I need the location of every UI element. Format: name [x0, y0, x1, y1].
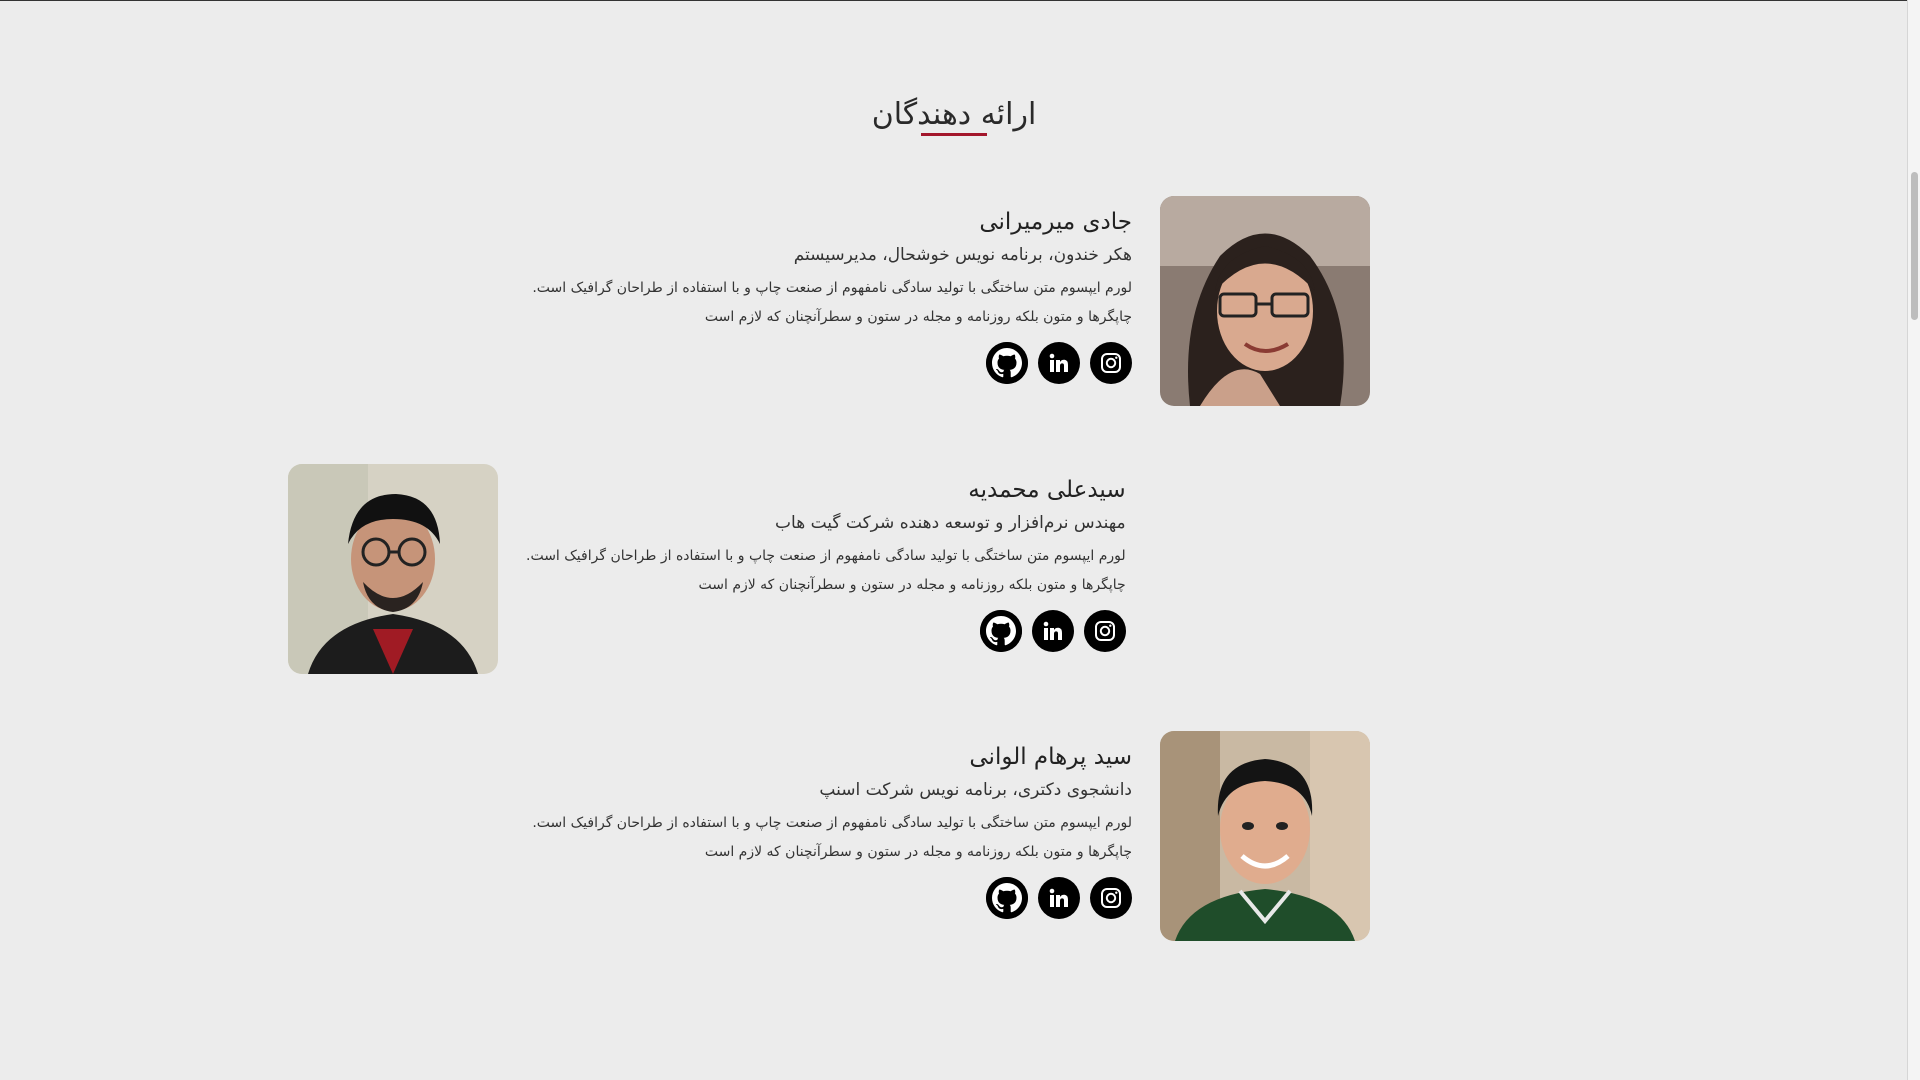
presenter-name: سید پرهام الوانی — [969, 744, 1132, 770]
presenter-photo — [288, 464, 498, 674]
presenter-card: سید پرهام الوانی دانشجوی دکتری، برنامه ن… — [532, 731, 1370, 941]
description-line: لورم ایپسوم متن ساختگی با تولید سادگی نا… — [532, 280, 1132, 296]
linkedin-icon[interactable] — [1038, 342, 1080, 384]
page-scrollbar[interactable] — [1907, 0, 1920, 1080]
presenter-role: مهندس نرم‌افزار و توسعه دهنده شرکت گیت ه… — [775, 513, 1126, 533]
presenter-description: لورم ایپسوم متن ساختگی با تولید سادگی نا… — [532, 809, 1132, 867]
instagram-icon[interactable] — [1090, 342, 1132, 384]
description-line: چاپگرها و متون بلکه روزنامه و مجله در ست… — [704, 844, 1132, 860]
presenter-info: سید پرهام الوانی دانشجوی دکتری، برنامه ن… — [532, 731, 1132, 919]
github-icon[interactable] — [986, 342, 1028, 384]
description-line: لورم ایپسوم متن ساختگی با تولید سادگی نا… — [526, 548, 1126, 564]
presenter-photo — [1160, 731, 1370, 941]
description-line: لورم ایپسوم متن ساختگی با تولید سادگی نا… — [532, 815, 1132, 831]
presenter-info: جادی میرمیرانی هکر خندون، برنامه نویس خو… — [532, 196, 1132, 384]
description-line: چاپگرها و متون بلکه روزنامه و مجله در ست… — [698, 577, 1126, 593]
social-links — [986, 342, 1132, 384]
presenter-info: سیدعلی محمدیه مهندس نرم‌افزار و توسعه ده… — [526, 464, 1126, 652]
description-line: چاپگرها و متون بلکه روزنامه و مجله در ست… — [704, 309, 1132, 325]
presenter-description: لورم ایپسوم متن ساختگی با تولید سادگی نا… — [532, 274, 1132, 332]
presenter-card: جادی میرمیرانی هکر خندون، برنامه نویس خو… — [532, 196, 1370, 406]
social-links — [986, 877, 1132, 919]
presenter-role: هکر خندون، برنامه نویس خوشحال، مدیرسیستم — [793, 245, 1132, 265]
presenter-name: جادی میرمیرانی — [979, 209, 1132, 235]
presenter-photo — [1160, 196, 1370, 406]
presenter-description: لورم ایپسوم متن ساختگی با تولید سادگی نا… — [526, 542, 1126, 600]
presenter-name: سیدعلی محمدیه — [968, 477, 1126, 503]
linkedin-icon[interactable] — [1038, 877, 1080, 919]
presenter-card: سیدعلی محمدیه مهندس نرم‌افزار و توسعه ده… — [288, 464, 1126, 674]
instagram-icon[interactable] — [1083, 610, 1126, 652]
title-underline — [921, 133, 987, 136]
github-icon[interactable] — [986, 877, 1028, 919]
github-icon[interactable] — [979, 610, 1022, 652]
section-title: ارائه دهندگان — [871, 96, 1037, 132]
social-links — [979, 610, 1126, 652]
presenter-role: دانشجوی دکتری، برنامه نویس شرکت اسنپ — [819, 780, 1132, 800]
instagram-icon[interactable] — [1090, 877, 1132, 919]
linkedin-icon[interactable] — [1031, 610, 1074, 652]
top-border — [0, 0, 1908, 1]
scrollbar-thumb[interactable] — [1911, 172, 1918, 320]
